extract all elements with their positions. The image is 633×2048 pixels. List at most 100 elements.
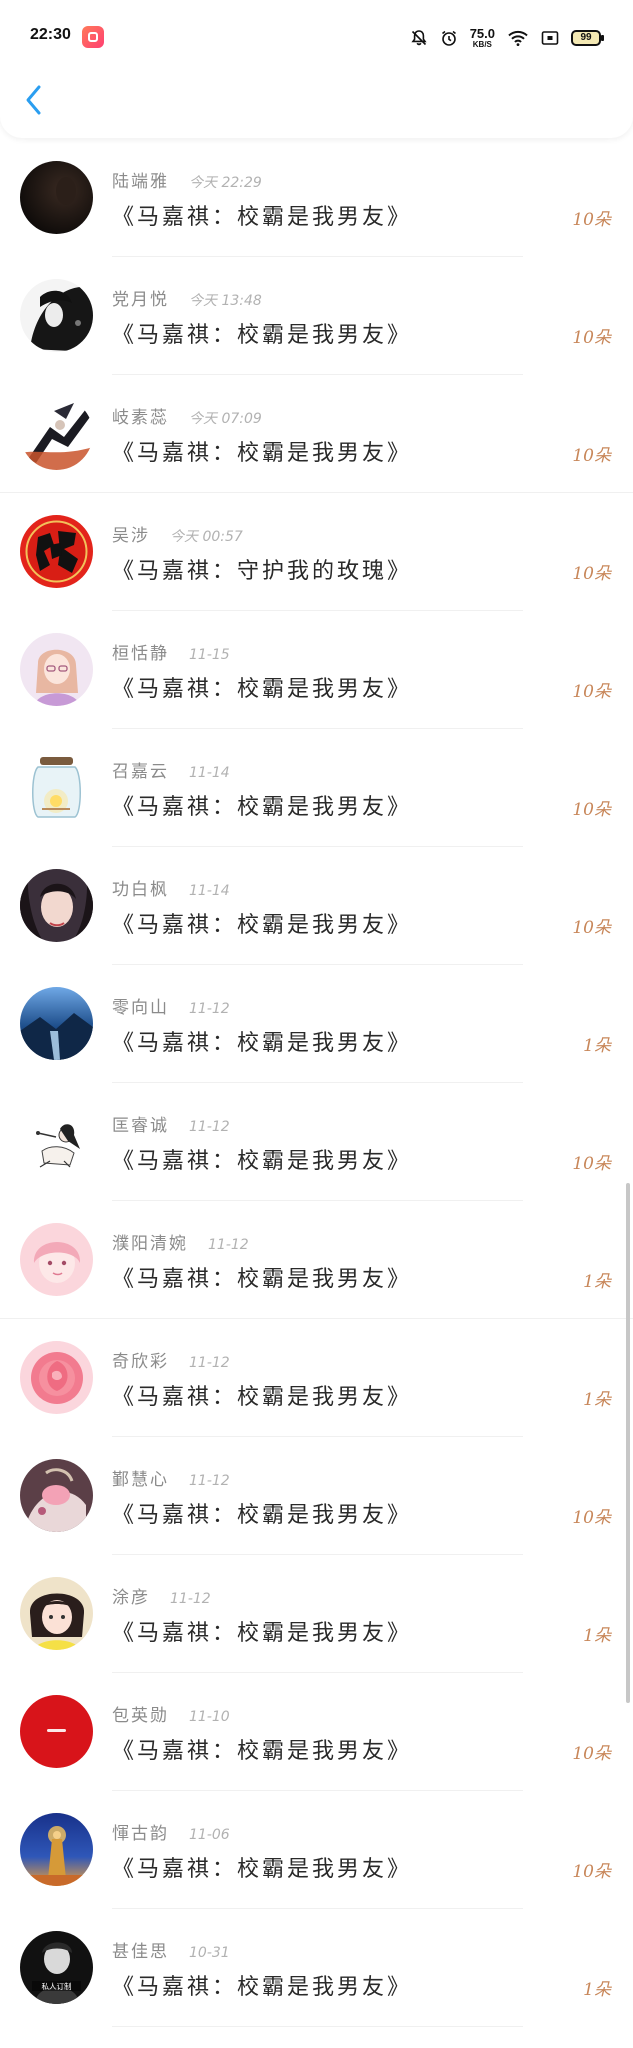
book-title: 《马嘉祺：校霸是我男友》 bbox=[112, 1975, 413, 2000]
status-time: 22:30 bbox=[30, 26, 71, 43]
record-meta: 陆端雅 今天 22:29 bbox=[112, 167, 262, 192]
avatar[interactable] bbox=[20, 1341, 93, 1414]
record-time: 11-12 bbox=[189, 1119, 230, 1135]
sim-card-icon bbox=[541, 31, 559, 45]
gift-record-row[interactable]: 惲古韵 11-06 《马嘉祺：校霸是我男友》 10朵 bbox=[0, 1791, 633, 1909]
net-speed-value: 75.0 bbox=[469, 26, 495, 41]
gift-record-row[interactable]: 桓恬静 11-15 《马嘉祺：校霸是我男友》 10朵 bbox=[0, 611, 633, 729]
gift-record-row[interactable]: 岐素蕊 今天 07:09 《马嘉祺：校霸是我男友》 10朵 bbox=[0, 375, 633, 493]
gift-count: 1朵 bbox=[583, 1390, 611, 1410]
gift-record-list: 陆端雅 今天 22:29 《马嘉祺：校霸是我男友》 10朵 党月悦 今天 13:48 《马嘉… bbox=[0, 139, 633, 2027]
book-title: 《马嘉祺：校霸是我男友》 bbox=[112, 205, 413, 230]
record-meta: 功白枫 11-14 bbox=[112, 875, 230, 900]
gift-record-row[interactable]: 包英勋 11-10 《马嘉祺：校霸是我男友》 10朵 bbox=[0, 1673, 633, 1791]
gift-count: 1朵 bbox=[583, 1626, 611, 1646]
gift-count: 10朵 bbox=[572, 1862, 611, 1882]
user-name: 功白枫 bbox=[112, 880, 169, 900]
avatar[interactable] bbox=[20, 397, 93, 470]
wifi-icon bbox=[508, 30, 528, 46]
gift-record-row[interactable]: 党月悦 今天 13:48 《马嘉祺：校霸是我男友》 10朵 bbox=[0, 257, 633, 375]
book-title: 《马嘉祺：校霸是我男友》 bbox=[112, 795, 413, 820]
user-name: 包英勋 bbox=[112, 1706, 169, 1726]
user-name: 涂彦 bbox=[112, 1588, 150, 1608]
status-icons: 75.0 KB/S 99 bbox=[410, 22, 604, 54]
header: 22:30 75.0 KB/S 99 bbox=[0, 0, 633, 138]
gift-count: 10朵 bbox=[572, 446, 611, 466]
back-button[interactable] bbox=[14, 78, 54, 122]
user-name: 桓恬静 bbox=[112, 644, 169, 664]
user-name: 零向山 bbox=[112, 998, 169, 1018]
avatar[interactable] bbox=[20, 751, 93, 824]
avatar[interactable] bbox=[20, 515, 93, 588]
book-title: 《马嘉祺：校霸是我男友》 bbox=[112, 1857, 413, 1882]
gift-record-row[interactable]: 濮阳清婉 11-12 《马嘉祺：校霸是我男友》 1朵 bbox=[0, 1201, 633, 1319]
avatar[interactable] bbox=[20, 987, 93, 1060]
gift-record-row[interactable]: 匡睿诚 11-12 《马嘉祺：校霸是我男友》 10朵 bbox=[0, 1083, 633, 1201]
avatar[interactable] bbox=[20, 1459, 93, 1532]
avatar[interactable] bbox=[20, 279, 93, 352]
avatar[interactable] bbox=[20, 161, 93, 234]
gift-record-row[interactable]: 陆端雅 今天 22:29 《马嘉祺：校霸是我男友》 10朵 bbox=[0, 139, 633, 257]
gift-count: 10朵 bbox=[572, 564, 611, 584]
gift-count: 10朵 bbox=[572, 1744, 611, 1764]
gift-record-row[interactable]: 零向山 11-12 《马嘉祺：校霸是我男友》 1朵 bbox=[0, 965, 633, 1083]
record-time: 11-14 bbox=[189, 883, 230, 899]
book-title: 《马嘉祺：校霸是我男友》 bbox=[112, 323, 413, 348]
avatar[interactable] bbox=[20, 869, 93, 942]
gift-record-row[interactable]: 涂彦 11-12 《马嘉祺：校霸是我男友》 1朵 bbox=[0, 1555, 633, 1673]
book-title: 《马嘉祺：校霸是我男友》 bbox=[112, 1149, 413, 1174]
gift-count: 10朵 bbox=[572, 682, 611, 702]
user-name: 党月悦 bbox=[112, 290, 169, 310]
mute-bell-icon bbox=[411, 30, 427, 46]
book-title: 《马嘉祺：校霸是我男友》 bbox=[112, 1503, 413, 1528]
battery-icon: 99 bbox=[571, 30, 604, 46]
record-meta: 岐素蕊 今天 07:09 bbox=[112, 403, 262, 428]
record-meta: 吴涉 今天 00:57 bbox=[112, 521, 243, 546]
avatar-badge-text: 私人订制 bbox=[42, 1981, 72, 1991]
book-title: 《马嘉祺：校霸是我男友》 bbox=[112, 1267, 413, 1292]
gift-count: 1朵 bbox=[583, 1036, 611, 1056]
avatar[interactable] bbox=[20, 633, 93, 706]
avatar[interactable] bbox=[20, 1105, 93, 1178]
record-time: 11-12 bbox=[208, 1237, 249, 1253]
gift-count: 10朵 bbox=[572, 1154, 611, 1174]
gift-record-row[interactable]: 功白枫 11-14 《马嘉祺：校霸是我男友》 10朵 bbox=[0, 847, 633, 965]
alarm-clock-icon bbox=[441, 30, 456, 46]
book-title: 《马嘉祺：校霸是我男友》 bbox=[112, 1031, 413, 1056]
user-name: 陆端雅 bbox=[112, 172, 169, 192]
avatar[interactable] bbox=[20, 1577, 93, 1650]
avatar[interactable] bbox=[20, 1223, 93, 1296]
user-name: 鄞慧心 bbox=[112, 1470, 169, 1490]
record-meta: 濮阳清婉 11-12 bbox=[112, 1229, 249, 1254]
user-name: 惲古韵 bbox=[112, 1824, 169, 1844]
record-time: 11-14 bbox=[189, 765, 230, 781]
record-meta: 奇欣彩 11-12 bbox=[112, 1347, 230, 1372]
gift-record-row[interactable]: 召嘉云 11-14 《马嘉祺：校霸是我男友》 10朵 bbox=[0, 729, 633, 847]
record-meta: 涂彦 11-12 bbox=[112, 1583, 211, 1608]
avatar[interactable]: 私人订制 bbox=[20, 1931, 93, 2004]
net-speed-unit: KB/S bbox=[472, 40, 492, 49]
scrollbar[interactable] bbox=[626, 1183, 630, 1703]
record-meta: 党月悦 今天 13:48 bbox=[112, 285, 262, 310]
record-time: 11-12 bbox=[189, 1355, 230, 1371]
book-title: 《马嘉祺：守护我的玫瑰》 bbox=[112, 559, 413, 584]
user-name: 吴涉 bbox=[112, 526, 150, 546]
record-meta: 包英勋 11-10 bbox=[112, 1701, 230, 1726]
record-time: 今天 22:29 bbox=[189, 175, 262, 191]
gift-count: 10朵 bbox=[572, 210, 611, 230]
gift-record-row[interactable]: 鄞慧心 11-12 《马嘉祺：校霸是我男友》 10朵 bbox=[0, 1437, 633, 1555]
user-name: 岐素蕊 bbox=[112, 408, 169, 428]
book-title: 《马嘉祺：校霸是我男友》 bbox=[112, 441, 413, 466]
avatar[interactable] bbox=[20, 1695, 93, 1768]
gift-count: 1朵 bbox=[583, 1272, 611, 1292]
gift-count: 10朵 bbox=[572, 918, 611, 938]
record-meta: 惲古韵 11-06 bbox=[112, 1819, 230, 1844]
gift-count: 10朵 bbox=[572, 800, 611, 820]
record-time: 11-12 bbox=[189, 1473, 230, 1489]
gift-record-row[interactable]: 奇欣彩 11-12 《马嘉祺：校霸是我男友》 1朵 bbox=[0, 1319, 633, 1437]
gift-record-row[interactable]: 吴涉 今天 00:57 《马嘉祺：守护我的玫瑰》 10朵 bbox=[0, 493, 633, 611]
net-speed: 75.0 KB/S bbox=[470, 27, 495, 49]
avatar[interactable] bbox=[20, 1813, 93, 1886]
book-title: 《马嘉祺：校霸是我男友》 bbox=[112, 913, 413, 938]
gift-record-row[interactable]: 私人订制 甚佳思 10-31 《马嘉祺：校霸是我男友》 1朵 bbox=[0, 1909, 633, 2027]
